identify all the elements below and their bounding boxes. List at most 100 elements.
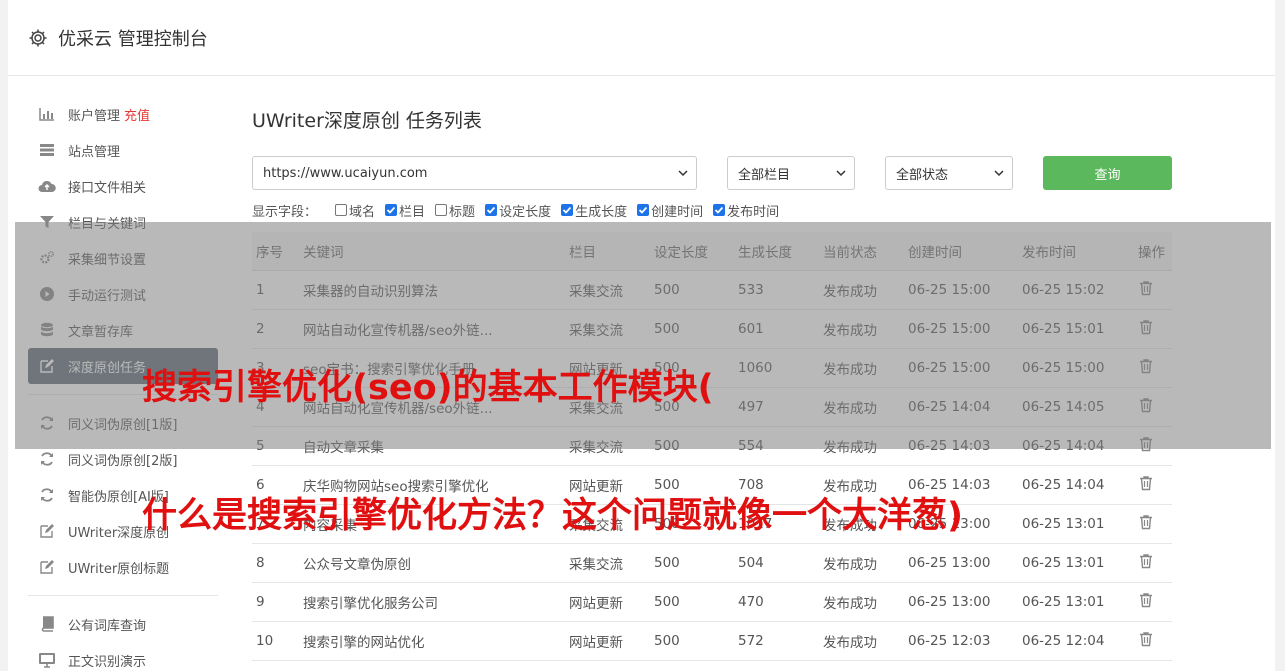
monitor-icon [38,651,56,669]
table-cell: 06-25 14:04 [904,387,1018,427]
column-header: 关键词 [299,232,565,271]
sidebar-item[interactable]: 采集细节设置 [28,240,218,276]
table-cell: 533 [734,270,819,310]
trash-icon[interactable] [1138,475,1154,491]
table-cell: 572 [734,621,819,661]
table-header-row: 序号 关键词 栏目 设定长度 生成长度 当前状态 创建时间 发布时间 操作 [252,232,1172,271]
trash-icon[interactable] [1138,397,1154,413]
field-toggle[interactable]: 设定长度 [485,201,551,220]
table-cell: 06-25 13:00 [904,543,1018,583]
status-cell: 发布成功 [819,582,904,622]
actions-cell [1134,621,1172,661]
trash-icon[interactable] [1138,631,1154,647]
field-toggle[interactable]: 生成长度 [561,201,627,220]
column-select[interactable]: 全部栏目 [727,156,855,190]
table-cell: 公众号文章伪原创 [299,543,565,583]
database-icon [38,321,56,339]
sidebar-item-label: 文章暂存库 [68,324,134,340]
checkbox[interactable] [485,204,498,216]
table-cell: 5 [252,426,299,466]
sidebar-item[interactable]: 公有词库查询 [28,606,218,642]
checkbox[interactable] [435,204,448,216]
sidebar-item[interactable]: 正文识别演示 [28,642,218,671]
field-toggle-label: 发布时间 [727,204,780,220]
trash-icon[interactable] [1138,436,1154,452]
field-toggle-label: 创建时间 [651,204,704,220]
table-row: 10 搜索引擎的网站优化 网站更新 500 572 发布成功 06-25 12:03 06-2… [252,621,1172,661]
sidebar-item-label: 采集细节设置 [68,252,147,268]
trash-icon[interactable] [1138,514,1154,530]
field-toggle[interactable]: 发布时间 [713,201,779,220]
table-cell: 采集交流 [565,543,650,583]
gears-icon [38,249,56,267]
checkbox[interactable] [335,204,348,216]
checkbox[interactable] [637,204,650,216]
trash-icon[interactable] [1138,592,1154,608]
table-cell: 06-25 15:00 [904,348,1018,388]
sidebar-item-label: 同义词伪原创[2版] [68,453,178,469]
table-cell: 06-25 13:01 [1018,543,1134,583]
status-select[interactable]: 全部状态 [885,156,1013,190]
sidebar-item[interactable]: 站点管理 [28,132,218,168]
table-cell: 500 [650,582,734,622]
app-window: 优采云 管理控制台 账户管理 充值站点管理接口文件相关 栏目与关键词采集细节设置手动… [8,0,1275,671]
actions-cell [1134,543,1172,583]
sidebar-item[interactable]: 接口文件相关 [28,168,218,204]
sidebar-item[interactable]: UWriter原创标题 [28,549,218,585]
field-toggle[interactable]: 创建时间 [637,201,703,220]
trash-icon[interactable] [1138,280,1154,296]
sidebar-item-label: 站点管理 [68,144,121,160]
recharge-link[interactable]: 充值 [124,105,150,124]
app-title: 优采云 管理控制台 [58,28,208,50]
status-cell: 发布成功 [819,270,904,310]
task-table: 序号 关键词 栏目 设定长度 生成长度 当前状态 创建时间 发布时间 操作 1 采集器的自动识别算… [252,232,1172,661]
overlay-caption-line2: 什么是搜索引擎优化方法？这个问题就像一个大洋葱) [142,496,963,536]
sidebar-item[interactable]: 账户管理 充值 [28,96,218,132]
table-cell: 06-25 12:03 [904,621,1018,661]
actions-cell [1134,504,1172,544]
sidebar-item[interactable]: 手动运行测试 [28,276,218,312]
field-toggle[interactable]: 标题 [435,201,475,220]
checkbox[interactable] [713,204,726,216]
table-cell: 500 [650,270,734,310]
table-cell: 06-25 15:00 [904,270,1018,310]
field-toggle-label: 域名 [349,204,376,220]
chevron-down-icon [678,168,688,178]
sidebar-item[interactable]: 同义词伪原创[2版] [28,441,218,477]
edit-icon [38,558,56,576]
column-header: 设定长度 [650,232,734,271]
table-cell: 1060 [734,348,819,388]
display-fields-label: 显示字段： [252,204,318,220]
display-fields: 显示字段： 域名 栏目 标题 设定长度 生成长度 创建时间 发布时间 [252,200,1172,220]
site-select[interactable]: https://www.ucaiyun.com [252,156,697,190]
trash-icon[interactable] [1138,553,1154,569]
column-header: 发布时间 [1018,232,1134,271]
filter-bar: https://www.ucaiyun.com 全部栏目 全部状态 查询 [252,156,1172,190]
status-cell: 发布成功 [819,387,904,427]
cloud-upload-icon [38,177,56,195]
table-cell: 06-25 15:01 [1018,309,1134,349]
header: 优采云 管理控制台 [8,0,1275,76]
table-cell: 06-25 13:01 [1018,582,1134,622]
field-toggle-label: 生成长度 [575,204,628,220]
sidebar-item[interactable]: 同义词伪原创[1版] [28,405,218,441]
sidebar-item[interactable]: 文章暂存库 [28,312,218,348]
checkbox[interactable] [385,204,398,216]
trash-icon[interactable] [1138,358,1154,374]
table-cell: 2 [252,309,299,349]
field-toggle-label: 栏目 [399,204,426,220]
table-cell: 06-25 14:05 [1018,387,1134,427]
table-cell: 06-25 13:00 [904,582,1018,622]
sidebar-item[interactable]: 栏目与关键词 [28,204,218,240]
trash-icon[interactable] [1138,319,1154,335]
field-toggle[interactable]: 栏目 [385,201,425,220]
table-cell: 504 [734,543,819,583]
checkbox[interactable] [561,204,574,216]
table-cell: 06-25 14:04 [1018,465,1134,505]
table-row: 2 网站自动化宣传机器/seo外链... 采集交流 500 601 发布成功 06-25 1… [252,309,1172,349]
query-button[interactable]: 查询 [1043,156,1172,190]
field-toggle[interactable]: 域名 [335,201,375,220]
table-cell: 06-25 13:01 [1018,504,1134,544]
table-cell: 网站更新 [565,621,650,661]
table-row: 1 采集器的自动识别算法 采集交流 500 533 发布成功 06-25 15:00 06-2… [252,270,1172,310]
